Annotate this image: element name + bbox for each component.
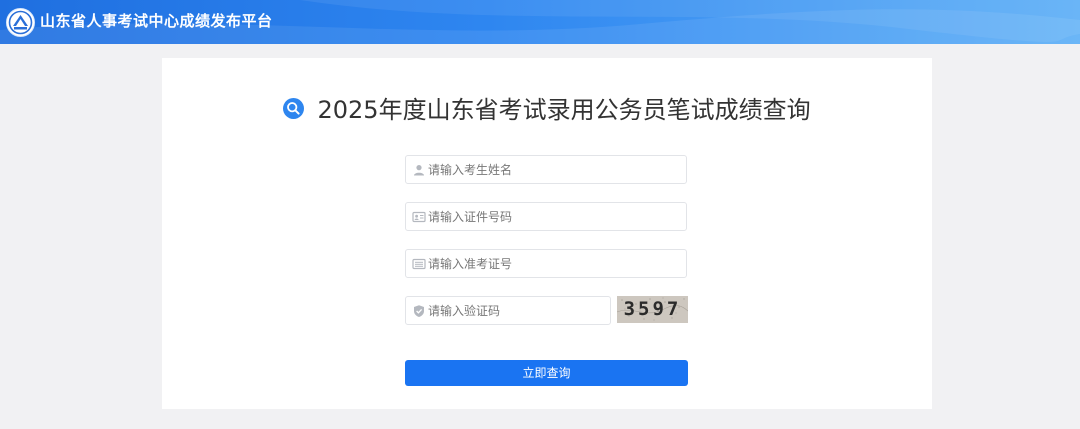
name-input[interactable]: [428, 156, 680, 183]
shield-icon: [414, 305, 424, 317]
page-title: 2025年度山东省考试录用公务员笔试成绩查询: [317, 96, 811, 124]
search-icon: [283, 97, 305, 119]
title-row: 2025年度山东省考试录用公务员笔试成绩查询: [162, 94, 932, 126]
id-card-icon: [412, 211, 426, 223]
captcha-field[interactable]: [405, 296, 611, 325]
captcha-input[interactable]: [428, 297, 604, 324]
ticket-icon: [412, 258, 426, 270]
captcha-image[interactable]: 3597: [617, 296, 688, 323]
user-icon: [414, 165, 424, 176]
name-field[interactable]: [405, 155, 687, 184]
header-bar: 山东省人事考试中心成绩发布平台: [0, 0, 1080, 44]
emblem-icon: [6, 8, 35, 37]
captcha-code: 3597: [623, 298, 682, 320]
id-number-field[interactable]: [405, 202, 687, 231]
query-card: 2025年度山东省考试录用公务员笔试成绩查询 请输入考生姓名 请输入证件号码 请…: [162, 58, 932, 409]
ticket-number-input[interactable]: [428, 250, 680, 277]
ticket-number-field[interactable]: [405, 249, 687, 278]
site-title: 山东省人事考试中心成绩发布平台: [40, 12, 273, 30]
id-number-input[interactable]: [428, 203, 680, 230]
query-button[interactable]: 立即查询: [405, 360, 688, 386]
